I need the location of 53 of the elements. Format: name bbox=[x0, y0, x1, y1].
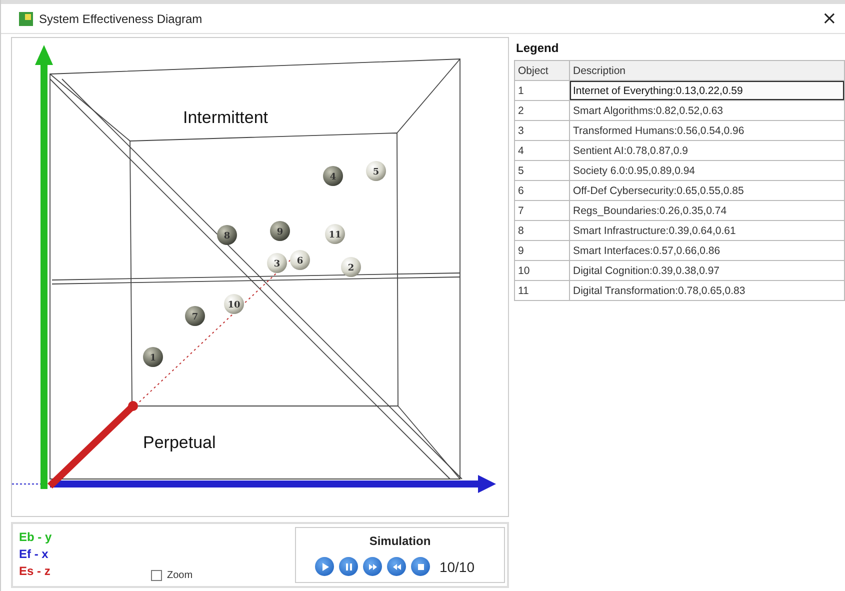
table-cell[interactable]: Internet of Everything:0.13,0.22,0.59 bbox=[570, 80, 844, 100]
stop-button[interactable] bbox=[411, 557, 430, 576]
table-cell[interactable]: Smart Algorithms:0.82,0.52,0.63 bbox=[570, 100, 844, 120]
column-header: Object bbox=[514, 60, 570, 80]
table-cell: 6 bbox=[514, 180, 570, 200]
table-cell[interactable]: Society 6.0:0.95,0.89,0.94 bbox=[570, 160, 844, 180]
zoom-checkbox[interactable] bbox=[151, 570, 162, 581]
window-title: System Effectiveness Diagram bbox=[39, 12, 204, 26]
table-cell: 9 bbox=[514, 240, 570, 260]
column-header: Description bbox=[570, 60, 844, 80]
table-cell: 3 bbox=[514, 120, 570, 140]
table-cell: 11 bbox=[514, 280, 570, 300]
table-cell: 7 bbox=[514, 200, 570, 220]
sphere-marker: 11 bbox=[325, 224, 345, 244]
close-button[interactable]: × bbox=[816, 8, 843, 29]
table-cell[interactable]: Regs_Boundaries:0.26,0.35,0.74 bbox=[570, 200, 844, 220]
table-cell[interactable]: Digital Cognition:0.39,0.38,0.97 bbox=[570, 260, 844, 280]
sphere-marker: 10 bbox=[224, 294, 244, 314]
table-cell[interactable]: Digital Transformation:0.78,0.65,0.83 bbox=[570, 280, 844, 300]
sphere-marker: 8 bbox=[217, 225, 237, 245]
table-cell[interactable]: Transformed Humans:0.56,0.54,0.96 bbox=[570, 120, 844, 140]
axis-legend-label: Eb - y bbox=[19, 530, 53, 545]
app-icon bbox=[19, 12, 33, 26]
table-cell: 10 bbox=[514, 260, 570, 280]
sphere-marker: 5 bbox=[366, 161, 386, 181]
sphere-marker: 2 bbox=[341, 257, 361, 277]
zoom-label: Zoom bbox=[167, 570, 193, 581]
table-cell: 4 bbox=[514, 140, 570, 160]
axis-legend-label: Es - z bbox=[19, 564, 52, 579]
sphere-marker: 6 bbox=[290, 250, 310, 270]
table-cell: 5 bbox=[514, 160, 570, 180]
table-cell[interactable]: Sentient AI:0.78,0.87,0.9 bbox=[570, 140, 844, 160]
rewind-button[interactable] bbox=[387, 557, 406, 576]
sphere-marker: 9 bbox=[270, 221, 290, 241]
simulation-title: Simulation bbox=[369, 534, 431, 548]
table-cell[interactable]: Smart Interfaces:0.57,0.66,0.86 bbox=[570, 240, 844, 260]
step-counter: 10/10 bbox=[439, 558, 475, 574]
table-cell: 1 bbox=[514, 80, 570, 100]
axis-legend-label: Ef - x bbox=[19, 547, 50, 562]
region-label: Intermittent bbox=[183, 108, 268, 127]
table-cell[interactable]: Off-Def Cybersecurity:0.65,0.55,0.85 bbox=[570, 180, 844, 200]
forward-button[interactable] bbox=[363, 557, 382, 576]
sphere-marker: 4 bbox=[323, 166, 343, 186]
table-cell: 8 bbox=[514, 220, 570, 240]
region-label: Perpetual bbox=[143, 433, 216, 452]
sphere-marker: 7 bbox=[185, 306, 205, 326]
table-cell[interactable]: Smart Infrastructure:0.39,0.64,0.61 bbox=[570, 220, 844, 240]
sphere-marker: 3 bbox=[267, 253, 287, 273]
sphere-marker: 1 bbox=[143, 347, 163, 367]
table-cell: 2 bbox=[514, 100, 570, 120]
play-button[interactable] bbox=[315, 557, 334, 576]
pause-button[interactable] bbox=[339, 557, 358, 576]
legend-title: Legend bbox=[516, 41, 560, 55]
